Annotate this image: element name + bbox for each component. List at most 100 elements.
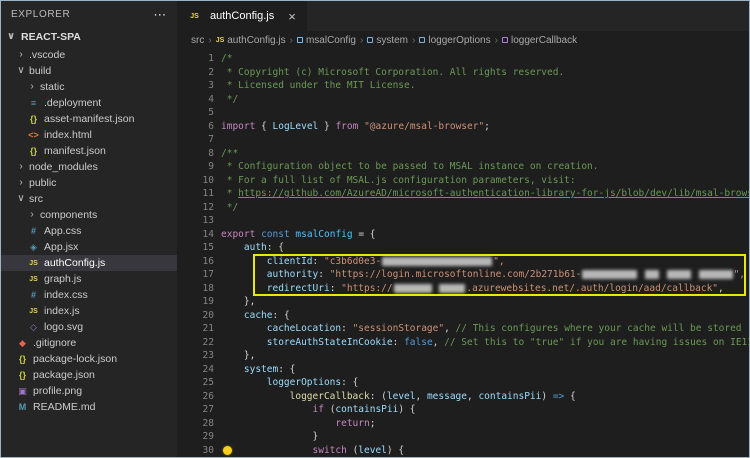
breadcrumb-item-system[interactable]: system: [367, 35, 408, 46]
tree-item-index.js[interactable]: JS index.js: [1, 303, 177, 319]
code-editor[interactable]: 1 /* 2 * Copyright (c) Microsoft Corporati…: [177, 49, 749, 457]
breadcrumb-separator: ›: [289, 34, 293, 46]
tree-item-label: profile.png: [33, 385, 83, 397]
code-line-18: 18 redirectUri: "https:// .azurewebsites…: [177, 282, 749, 296]
token: * For a full list of MSAL.js configurati…: [221, 174, 576, 186]
tree-item-App.jsx[interactable]: ◈ App.jsx: [1, 239, 177, 255]
token: ) {: [398, 404, 416, 415]
tree-item-logo.svg[interactable]: ◇ logo.svg: [1, 319, 177, 335]
token: : {: [272, 309, 290, 321]
token: cache: [243, 309, 273, 321]
line-number: 27: [202, 404, 214, 415]
token: : {: [266, 242, 284, 253]
code-line-6: 6 import { LogLevel } from "@azure/msal-b…: [177, 120, 749, 134]
code-text: */: [221, 201, 238, 215]
token: // Set this to "true" if you are having …: [444, 336, 749, 348]
redacted-text: [382, 256, 493, 266]
code-line-12: 12 */: [177, 201, 749, 215]
project-root-label: REACT-SPA: [21, 31, 81, 43]
tree-item-label: authConfig.js: [44, 257, 106, 269]
redacted-text: [582, 270, 638, 279]
tree-item-label: graph.js: [44, 273, 82, 285]
breadcrumb-separator: ›: [360, 34, 364, 46]
code-line-1: 1 /*: [177, 52, 749, 66]
line-number: 20: [202, 309, 214, 321]
tree-item-package-lock.json[interactable]: {} package-lock.json: [1, 351, 177, 367]
code-text: cacheLocation: "sessionStorage", // This…: [221, 322, 742, 336]
editor-group: JS authConfig.js × src › JS authConfig.js › m…: [177, 1, 749, 457]
token: "https://login.microsoftonline.com/2b271…: [329, 269, 582, 280]
breadcrumb-item-authConfig.js[interactable]: JS authConfig.js: [216, 35, 286, 46]
tree-item-asset-manifest.json[interactable]: {} asset-manifest.json: [1, 111, 177, 127]
code-text: redirectUri: "https:// .azurewebsites.ne…: [221, 282, 724, 296]
code-text: */: [221, 93, 238, 107]
code-text: * Configuration object to be passed to M…: [221, 160, 599, 174]
token: */: [221, 93, 239, 105]
line-number: 17: [202, 269, 214, 280]
breadcrumb-item-loggerCallback[interactable]: loggerCallback: [501, 35, 577, 46]
tree-item-.vscode[interactable]: › .vscode: [1, 47, 177, 63]
token: : {: [278, 363, 296, 375]
tree-item-profile.png[interactable]: ▣ profile.png: [1, 383, 177, 399]
token: "c3b6d0e3-: [323, 255, 382, 267]
tree-item-App.css[interactable]: # App.css: [1, 223, 177, 239]
tree-item-graph.js[interactable]: JS graph.js: [1, 271, 177, 287]
code-text: storeAuthStateInCookie: false, // Set th…: [221, 336, 749, 350]
tree-item-index.html[interactable]: <> index.html: [1, 127, 177, 143]
code-line-17: 17 authority: "https://login.microsofton…: [177, 268, 749, 282]
token: ,: [444, 323, 456, 334]
token: level: [358, 444, 387, 456]
more-actions-icon[interactable]: ⋯: [153, 8, 167, 21]
token: * Copyright (c) Microsoft Corporation. A…: [221, 66, 565, 78]
token: :: [329, 282, 342, 294]
tab-authconfig[interactable]: JS authConfig.js ×: [177, 1, 307, 31]
tree-item-.deployment[interactable]: ≡ .deployment: [1, 95, 177, 111]
js-icon: JS: [29, 307, 38, 315]
tree-item-index.css[interactable]: # index.css: [1, 287, 177, 303]
tree-item-.gitignore[interactable]: ◆ .gitignore: [1, 335, 177, 351]
token: : (: [369, 390, 387, 402]
symbol-property-icon: [367, 37, 374, 43]
html-icon: <>: [28, 129, 39, 140]
token: ",: [493, 255, 505, 267]
tree-item-node_modules[interactable]: › node_modules: [1, 159, 177, 175]
line-number: 1: [208, 53, 214, 64]
token: }: [312, 431, 319, 442]
token: }: [318, 120, 336, 132]
tree-item-components[interactable]: › components: [1, 207, 177, 223]
code-text: export const msalConfig = {: [221, 228, 376, 242]
tree-item-manifest.json[interactable]: {} manifest.json: [1, 143, 177, 159]
breadcrumb-label: msalConfig: [305, 34, 356, 46]
tree-item-README.md[interactable]: M README.md: [1, 399, 177, 415]
code-line-27: 27 if (containsPii) {: [177, 403, 749, 417]
json-icon: {}: [18, 353, 26, 364]
token: auth: [243, 242, 267, 253]
chevron-right-icon: ›: [30, 81, 34, 92]
close-icon[interactable]: ×: [288, 10, 296, 23]
breadcrumb-item-src[interactable]: src: [191, 35, 204, 46]
code-line-25: 25 loggerOptions: {: [177, 376, 749, 390]
breadcrumb-item-loggerOptions[interactable]: loggerOptions: [419, 35, 491, 46]
redacted-text: [645, 270, 660, 279]
chevron-right-icon: ›: [19, 49, 23, 60]
line-number: 21: [202, 323, 214, 334]
token: import: [221, 120, 256, 132]
project-root[interactable]: ∨ REACT-SPA: [1, 27, 177, 47]
lightbulb-icon[interactable]: [223, 445, 232, 455]
css-icon: #: [30, 289, 36, 300]
tree-item-package.json[interactable]: {} package.json: [1, 367, 177, 383]
tree-item-static[interactable]: › static: [1, 79, 177, 95]
tree-item-build[interactable]: ∨ build: [1, 63, 177, 79]
tree-item-authConfig.js[interactable]: JS authConfig.js: [1, 255, 177, 271]
token: message: [426, 390, 467, 402]
file-tree: › .vscode ∨ build › static ≡ .deployment {} asset…: [1, 47, 177, 457]
line-number: 15: [202, 242, 214, 253]
breadcrumb-item-msalConfig[interactable]: msalConfig: [296, 34, 356, 46]
tree-item-label: static: [40, 81, 65, 93]
tree-item-public[interactable]: › public: [1, 175, 177, 191]
tree-item-src[interactable]: ∨ src: [1, 191, 177, 207]
code-text: },: [221, 349, 255, 363]
